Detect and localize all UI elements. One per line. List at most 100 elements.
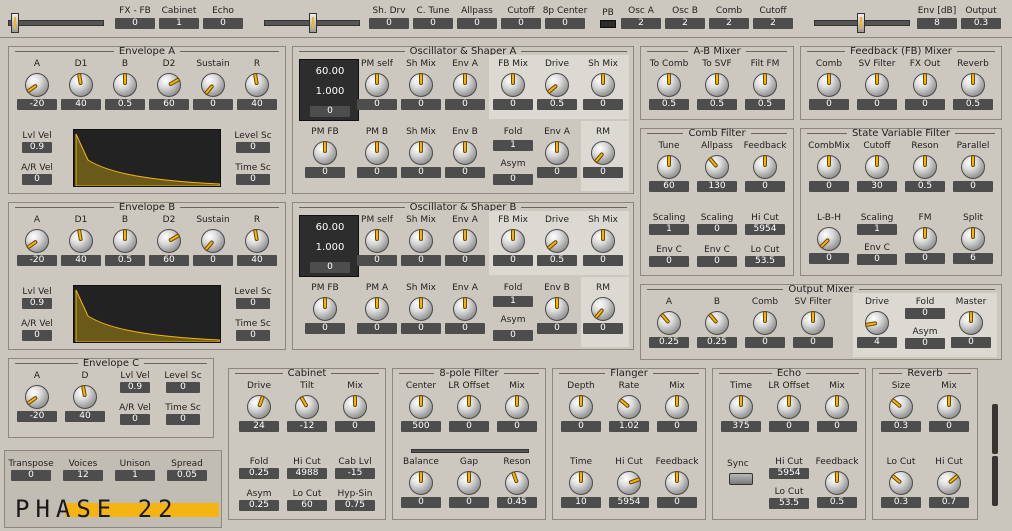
value[interactable]: 0.9: [22, 142, 52, 153]
value[interactable]: 60: [649, 181, 689, 192]
value[interactable]: 0: [951, 337, 991, 348]
value[interactable]: 375: [721, 421, 761, 432]
value[interactable]: 12: [63, 470, 103, 481]
cab-level[interactable]: Cab Lvl -15: [333, 457, 377, 479]
osc-b-sh-mix-2[interactable]: Sh Mix 0: [581, 215, 625, 266]
spread[interactable]: Spread 0.05: [165, 459, 209, 481]
value[interactable]: 0.5: [105, 99, 145, 110]
knob[interactable]: [913, 73, 937, 97]
knob[interactable]: [505, 471, 529, 495]
knob[interactable]: [501, 229, 525, 253]
value[interactable]: 0: [445, 99, 485, 110]
osc-b-drive[interactable]: Drive 0.5: [535, 215, 579, 266]
env-b-d2[interactable]: D2 60: [147, 215, 191, 266]
value[interactable]: 0: [817, 421, 857, 432]
env-b-b[interactable]: B 0.5: [103, 215, 147, 266]
value[interactable]: 0: [697, 256, 737, 267]
cab-tilt[interactable]: Tilt -12: [285, 381, 329, 432]
ab-to-svf[interactable]: To SVF 0.5: [695, 59, 739, 110]
value[interactable]: 0.75: [335, 500, 375, 511]
value[interactable]: -15: [335, 468, 375, 479]
knob[interactable]: [545, 141, 569, 165]
8p-reson[interactable]: Reson 0.45: [495, 457, 539, 508]
knob[interactable]: [113, 73, 137, 97]
echo-hi-cut[interactable]: Hi Cut 5954 Lo Cut 53.5: [767, 457, 811, 509]
knob[interactable]: [665, 471, 689, 495]
knob[interactable]: [729, 395, 753, 419]
knob[interactable]: [453, 141, 477, 165]
env-b-ar-vel[interactable]: A/R Vel 0: [15, 319, 59, 341]
knob[interactable]: [705, 311, 729, 335]
value[interactable]: 0: [857, 254, 897, 265]
knob[interactable]: [245, 228, 269, 253]
knob[interactable]: [545, 73, 569, 97]
knob[interactable]: [409, 297, 433, 321]
value[interactable]: 0: [561, 421, 601, 432]
flanger-mix[interactable]: Mix 0: [655, 381, 699, 432]
knob[interactable]: [409, 471, 433, 495]
comb-hi-cut[interactable]: Hi Cut 5954: [743, 213, 787, 235]
knob[interactable]: [545, 229, 569, 253]
cutoff-value[interactable]: 0: [501, 18, 541, 29]
value[interactable]: 1: [493, 140, 533, 151]
unison[interactable]: Unison 1: [113, 459, 157, 481]
knob[interactable]: [365, 229, 389, 253]
value[interactable]: 0: [166, 382, 200, 393]
osc-a-env-b[interactable]: Env B 0: [443, 127, 487, 178]
reverb-size[interactable]: Size 0.3: [879, 381, 923, 432]
knob[interactable]: [959, 311, 983, 335]
knob[interactable]: [777, 395, 801, 419]
osc-b-env-a[interactable]: Env A 0: [443, 215, 487, 266]
value[interactable]: 0: [335, 421, 375, 432]
cabinet-value[interactable]: 1: [159, 18, 199, 29]
value[interactable]: 0: [401, 255, 441, 266]
fb-comb[interactable]: Comb 0: [807, 59, 851, 110]
osc-a-sh-mix-3[interactable]: Sh Mix 0: [399, 127, 443, 178]
value[interactable]: 0.3: [881, 497, 921, 508]
cab-lo-cut[interactable]: Lo Cut 60: [285, 489, 329, 511]
value[interactable]: 0: [236, 330, 270, 341]
slider-thumb[interactable]: [11, 13, 19, 33]
env-c-ar-vel[interactable]: A/R Vel 0: [113, 403, 157, 425]
knob[interactable]: [865, 155, 889, 179]
value[interactable]: 0.25: [239, 468, 279, 479]
value[interactable]: 0: [236, 298, 270, 309]
cab-hyp-sin[interactable]: Hyp-Sin 0.75: [333, 489, 377, 511]
value[interactable]: 0: [193, 99, 233, 110]
knob[interactable]: [617, 471, 641, 495]
fx-fb-balance-slider[interactable]: [8, 13, 104, 33]
env-a-ar-vel[interactable]: A/R Vel 0: [15, 163, 59, 185]
value[interactable]: 0.25: [649, 337, 689, 348]
knob[interactable]: [657, 73, 681, 97]
svf-combmix[interactable]: CombMix 0: [807, 141, 851, 192]
8p-gap[interactable]: Gap 0: [447, 457, 491, 508]
svf-parallel[interactable]: Parallel 0: [951, 141, 995, 192]
env-b-attack[interactable]: A -20: [15, 215, 59, 266]
osc-a-pm-self[interactable]: PM self 0: [355, 59, 399, 110]
value[interactable]: 30: [857, 181, 897, 192]
value[interactable]: 0: [857, 99, 897, 110]
env-b-sustain[interactable]: Sustain 0: [191, 215, 235, 266]
value[interactable]: 1: [493, 296, 533, 307]
knob[interactable]: [457, 395, 481, 419]
knob[interactable]: [617, 395, 641, 419]
out-comb[interactable]: Comb 0: [743, 297, 787, 348]
osc-b-rm[interactable]: RM 0: [581, 283, 625, 334]
value[interactable]: 0: [809, 99, 849, 110]
osc-a-fb-mix[interactable]: FB Mix 0: [491, 59, 535, 110]
value[interactable]: 0.5: [745, 99, 785, 110]
flanger-hi-cut[interactable]: Hi Cut 5954: [607, 457, 651, 508]
8p-balance[interactable]: Balance 0: [399, 457, 443, 508]
value[interactable]: 0: [357, 167, 397, 178]
value[interactable]: 0.5: [953, 99, 993, 110]
value[interactable]: 5954: [769, 468, 809, 479]
value[interactable]: 60: [149, 255, 189, 266]
value[interactable]: 0.05: [167, 470, 207, 481]
8p-lr-offset[interactable]: LR Offset 0: [447, 381, 491, 432]
value[interactable]: 0: [445, 167, 485, 178]
value[interactable]: 0: [493, 99, 533, 110]
knob[interactable]: [295, 395, 319, 419]
knob[interactable]: [569, 395, 593, 419]
value[interactable]: 0: [493, 174, 533, 185]
knob[interactable]: [753, 311, 777, 335]
